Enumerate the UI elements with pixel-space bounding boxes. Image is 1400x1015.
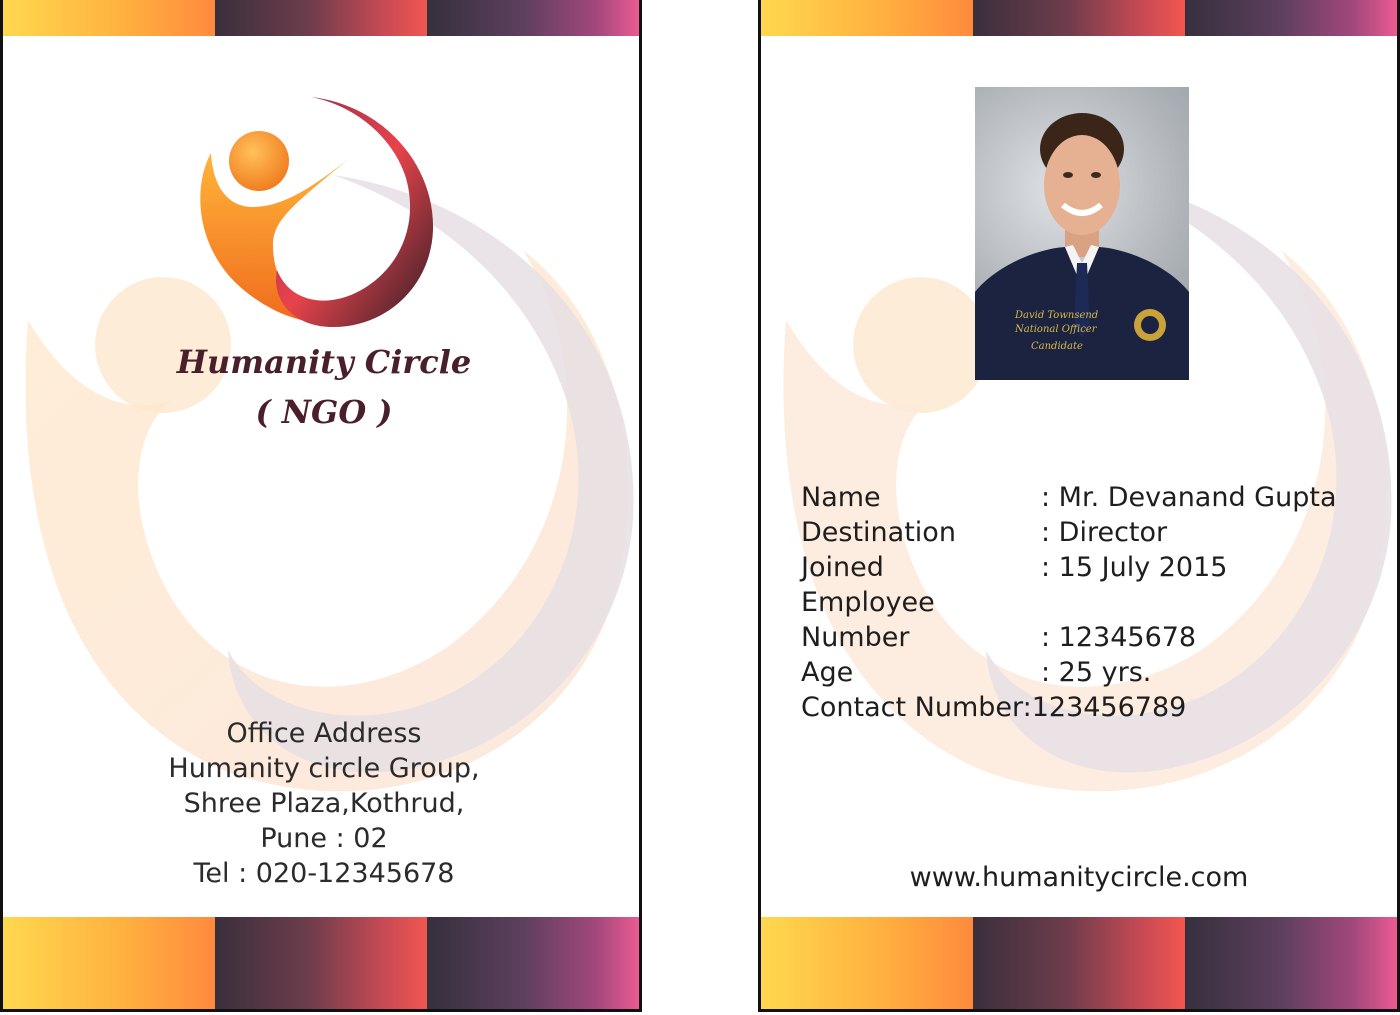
id-card-front: Humanity Circle ( NGO ) Office Address H… [0,0,642,1012]
detail-value: : Director [1041,517,1168,548]
employee-details: Name : Mr. Devanand Gupta Destination : … [801,480,1336,725]
detail-label: Age [801,657,854,688]
detail-value: : 25 yrs. [1041,657,1152,688]
detail-label: Joined [801,552,884,583]
detail-row-contact: Contact Number: 123456789 [801,690,1336,725]
detail-row-name: Name : Mr. Devanand Gupta [801,480,1336,515]
bottom-color-stripe [761,917,1397,1009]
detail-label: Employee [801,587,935,618]
humanity-circle-logo [200,97,434,327]
address-line: Humanity circle Group, [168,753,480,784]
detail-label: Number [801,622,910,653]
jacket-name-text: David Townsend [1014,310,1098,321]
employee-photo: David Townsend National Officer Candidat… [975,87,1189,380]
detail-value: : 12345678 [1041,622,1197,653]
jacket-title-text: National Officer [1014,324,1098,335]
detail-label: Name [801,482,881,513]
office-address: Office Address Humanity circle Group, Sh… [3,716,639,891]
detail-value: : Mr. Devanand Gupta [1041,482,1337,513]
bottom-color-stripe [3,917,639,1009]
organization-name: Humanity Circle [176,343,472,381]
address-title: Office Address [226,718,422,749]
detail-row-employee: Employee [801,585,1336,620]
portrait-illustration: David Townsend National Officer Candidat… [975,113,1189,380]
top-color-stripe [761,0,1397,36]
top-color-stripe [3,0,639,36]
telephone-line: Tel : 020-12345678 [193,858,455,889]
detail-row-joined: Joined : 15 July 2015 [801,550,1336,585]
detail-label: Destination [801,517,956,548]
organization-type: ( NGO ) [255,393,393,431]
address-line: Pune : 02 [260,823,388,854]
detail-row-destination: Destination : Director [801,515,1336,550]
detail-label: Contact Number: [801,692,1032,723]
id-card-back: David Townsend National Officer Candidat… [758,0,1400,1012]
detail-value: 123456789 [1031,692,1187,723]
website-url: www.humanitycircle.com [909,862,1249,893]
detail-row-number: Number : 12345678 [801,620,1336,655]
jacket-role-text: Candidate [1031,341,1083,352]
detail-row-age: Age : 25 yrs. [801,655,1336,690]
address-line: Shree Plaza,Kothrud, [183,788,465,819]
detail-value: : 15 July 2015 [1041,552,1228,583]
